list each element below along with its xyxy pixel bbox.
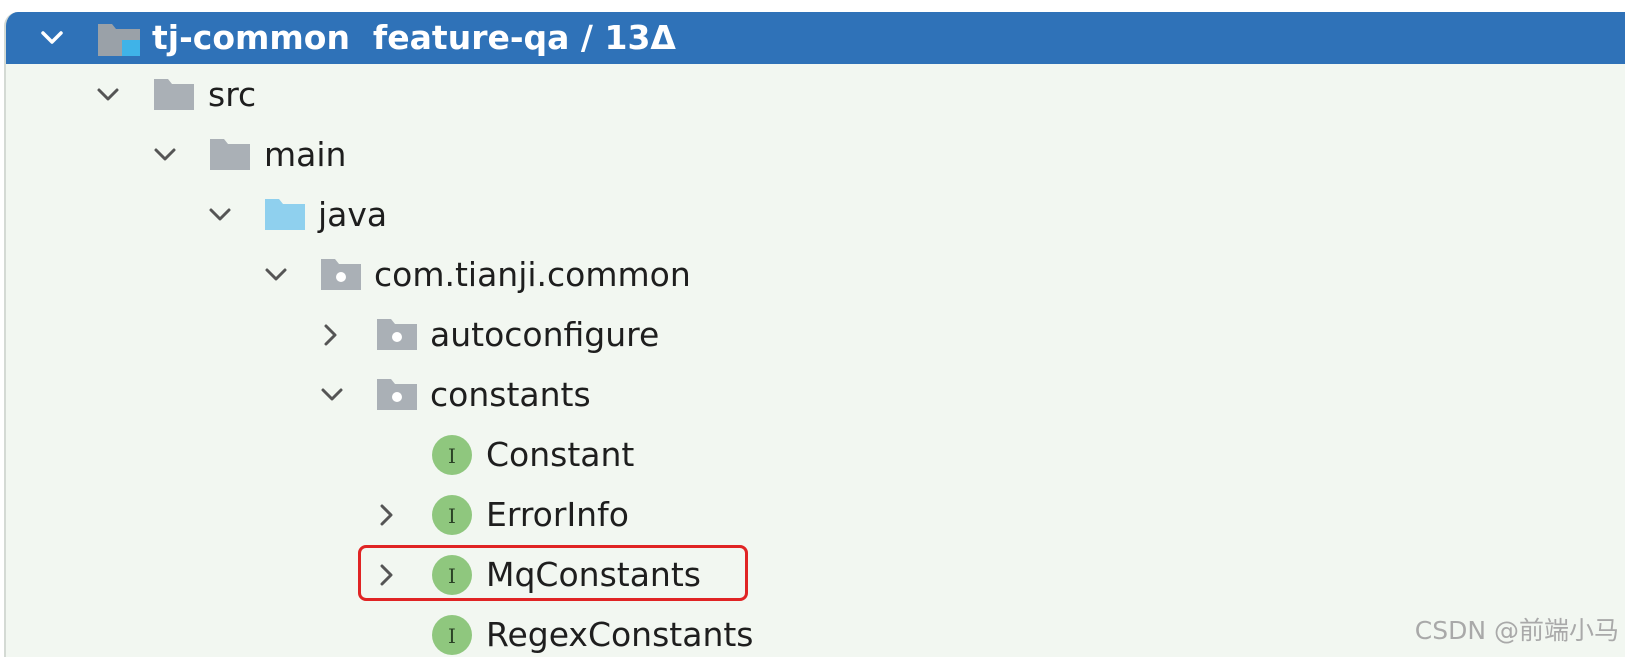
- tree-item-autoconfigure[interactable]: autoconfigure: [6, 305, 1625, 365]
- tree-item-regexconstants[interactable]: I RegexConstants: [6, 605, 1625, 657]
- package-icon: [321, 259, 361, 290]
- chevron-down-icon[interactable]: [206, 201, 234, 229]
- svg-text:I: I: [448, 504, 456, 528]
- project-root-title: tj-common feature-qa / 13Δ: [152, 18, 676, 57]
- project-tree-panel: tj-common feature-qa / 13Δ src main java: [4, 12, 1625, 657]
- tree-item-mqconstants[interactable]: I MqConstants: [6, 545, 1625, 605]
- package-icon: [377, 379, 417, 410]
- tree-item-label: RegexConstants: [486, 615, 754, 654]
- chevron-down-icon[interactable]: [318, 381, 346, 409]
- module-folder-icon: [98, 24, 140, 56]
- folder-icon: [210, 139, 250, 170]
- chevron-down-icon[interactable]: [262, 261, 290, 289]
- tree-item-label: autoconfigure: [430, 315, 660, 354]
- tree-item-com-tianji-common[interactable]: com.tianji.common: [6, 245, 1625, 305]
- tree-item-constant[interactable]: I Constant: [6, 425, 1625, 485]
- package-icon: [377, 319, 417, 350]
- project-root-row[interactable]: tj-common feature-qa / 13Δ: [6, 12, 1625, 64]
- source-folder-icon: [265, 199, 305, 230]
- tree-item-label: src: [208, 75, 257, 114]
- tree-item-errorinfo[interactable]: I ErrorInfo: [6, 485, 1625, 545]
- tree-item-constants[interactable]: constants: [6, 365, 1625, 425]
- interface-icon: I: [432, 435, 472, 475]
- tree-item-label: com.tianji.common: [374, 255, 691, 294]
- tree-item-java[interactable]: java: [6, 185, 1625, 245]
- interface-icon: I: [432, 615, 472, 655]
- highlight-box: [358, 545, 748, 601]
- watermark: CSDN @前端小马: [1414, 616, 1619, 645]
- tree-item-main[interactable]: main: [6, 125, 1625, 185]
- tree-item-label: java: [318, 195, 388, 234]
- tree-item-label: Constant: [486, 435, 635, 474]
- chevron-right-icon[interactable]: [316, 321, 344, 349]
- folder-icon: [154, 79, 194, 110]
- svg-text:I: I: [448, 624, 456, 648]
- chevron-down-icon[interactable]: [151, 141, 179, 169]
- chevron-down-icon[interactable]: [38, 24, 66, 52]
- interface-icon: I: [432, 495, 472, 535]
- chevron-down-icon[interactable]: [94, 81, 122, 109]
- tree-item-label: constants: [430, 375, 591, 414]
- tree-item-src[interactable]: src: [6, 65, 1625, 125]
- tree-item-label: ErrorInfo: [486, 495, 629, 534]
- svg-text:I: I: [448, 444, 456, 468]
- chevron-right-icon[interactable]: [372, 501, 400, 529]
- tree-item-label: main: [264, 135, 347, 174]
